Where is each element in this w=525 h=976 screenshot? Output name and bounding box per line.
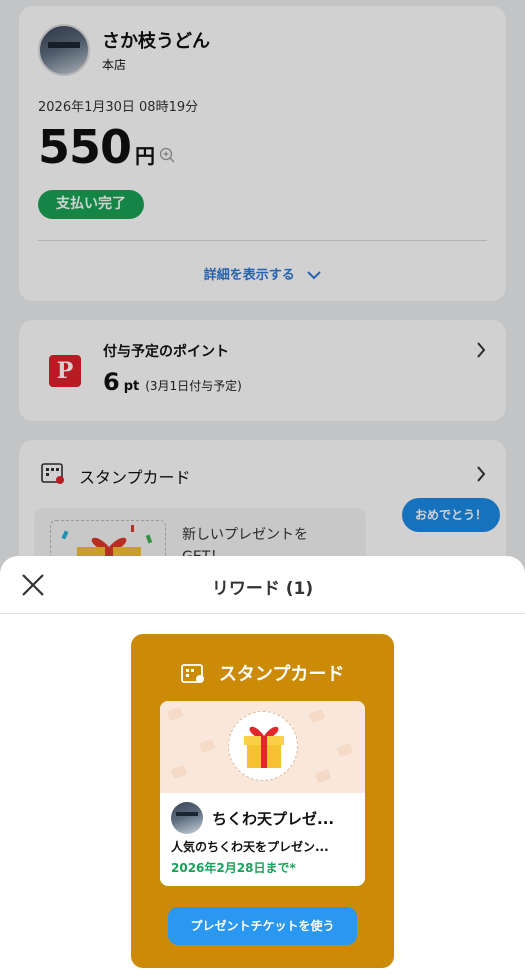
stamp-card-icon — [180, 664, 204, 683]
reward-card-header: スタンプカード — [131, 660, 394, 686]
store-avatar — [171, 802, 203, 834]
present-ticket[interactable]: ちくわ天プレゼ... 人気のちくわ天をプレゼン... 2026年2月28日まで* — [160, 701, 365, 886]
use-present-ticket-button[interactable]: プレゼントチケットを使う — [168, 907, 357, 945]
ticket-description: 人気のちくわ天をプレゼン... — [171, 840, 329, 854]
reward-card: スタンプカード ちくわ天プレゼ... 人気のちくわ天をプレゼン... 2026年… — [131, 634, 394, 968]
gift-icon — [228, 711, 298, 781]
sheet-header: リワード (1) — [0, 556, 525, 614]
ticket-name: ちくわ天プレゼ... — [212, 810, 335, 828]
reward-card-title: スタンプカード — [218, 664, 345, 685]
reward-bottom-sheet: リワード (1) スタンプカード ちくわ天プレゼ... 人気のちくわ天をプレゼン… — [0, 556, 525, 976]
sheet-title: リワード (1) — [211, 579, 314, 599]
ticket-expiry: 2026年2月28日まで* — [171, 861, 296, 875]
